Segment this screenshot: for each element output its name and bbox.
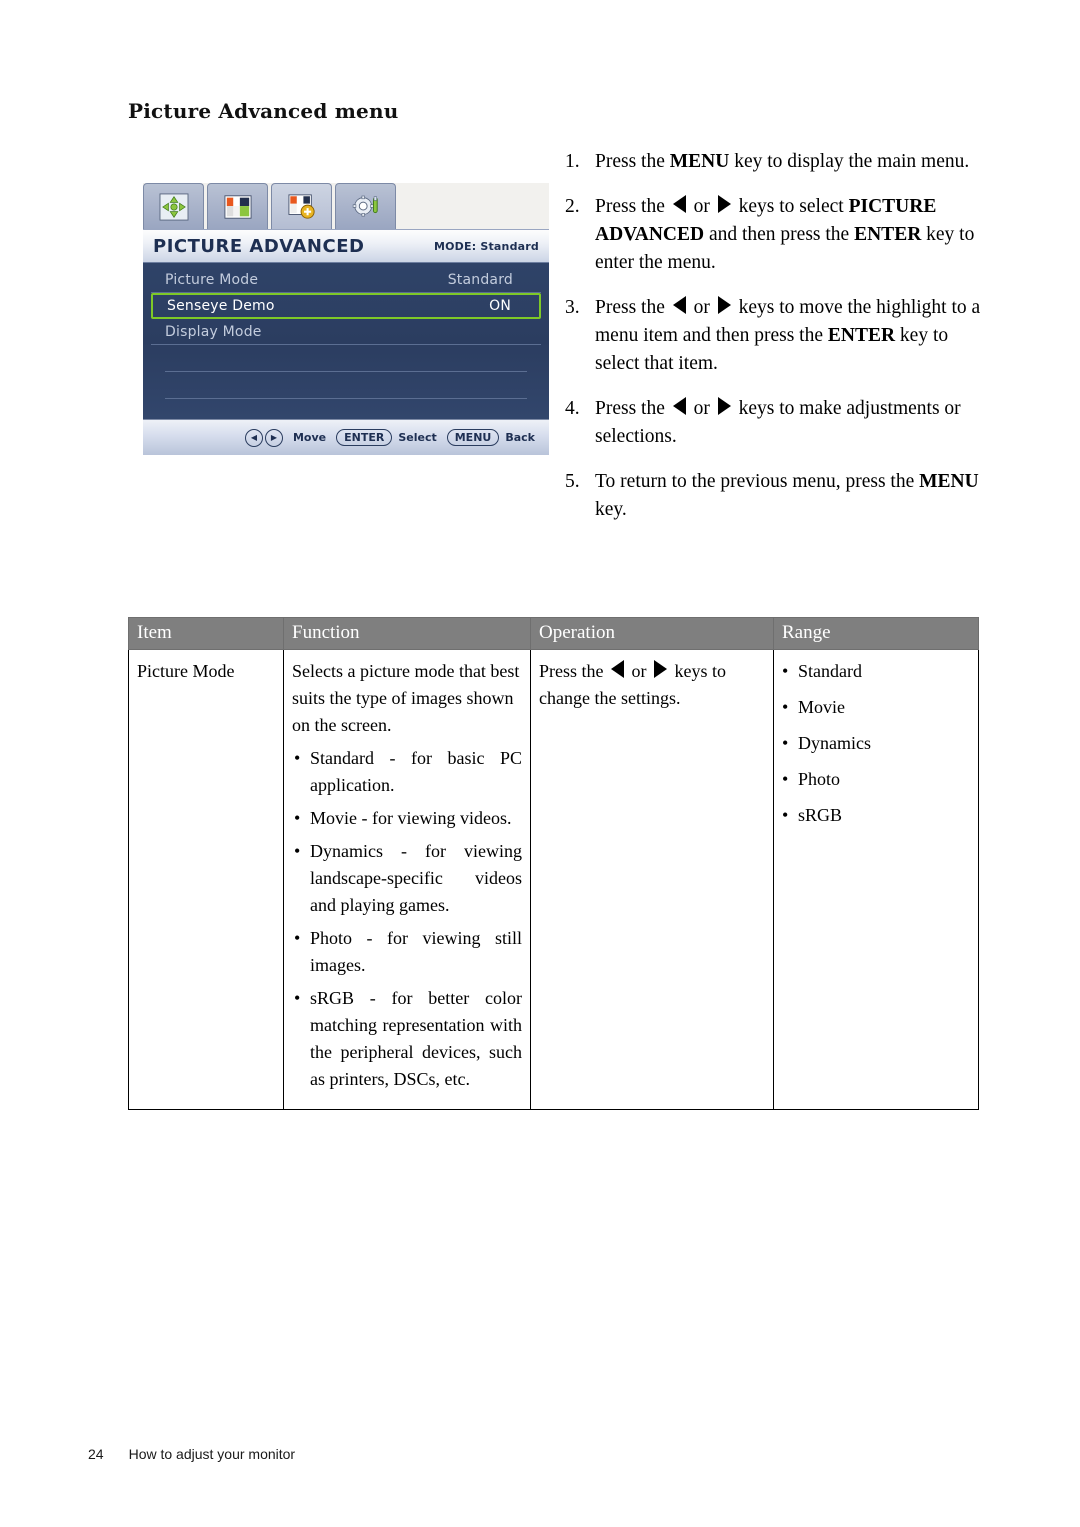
osd-mode-indicator: MODE: Standard — [433, 239, 539, 253]
osd-item-value: ON — [489, 298, 511, 314]
osd-tab-strip — [143, 183, 399, 231]
cell-range: Standard Movie Dynamics Photo sRGB — [773, 649, 979, 1110]
range-item: Standard — [782, 658, 970, 685]
step-number: 2. — [565, 196, 580, 217]
right-arrow-key-icon — [717, 195, 731, 213]
function-bullet: Standard - for basic PC application. — [292, 745, 522, 799]
table-row: Picture Mode Selects a picture mode that… — [128, 649, 979, 1110]
osd-empty-row — [165, 345, 527, 372]
osd-move-label: Move — [292, 431, 327, 444]
instruction-steps: 1. Press the MENU key to display the mai… — [565, 148, 985, 541]
step-text: Press the or keys to select PICTURE ADVA… — [595, 195, 975, 273]
osd-item-picture-mode[interactable]: Picture Mode Standard — [151, 267, 541, 293]
page-number: 24 — [88, 1446, 104, 1462]
osd-enter-key[interactable]: ENTER — [336, 429, 393, 446]
osd-tab-system[interactable] — [335, 183, 396, 229]
right-arrow-key-icon — [717, 296, 731, 314]
operation-text: Press the or keys to change the settings… — [539, 660, 726, 708]
document-page: Picture Advanced menu PICTURE ADVANCED M… — [0, 0, 1080, 1527]
cell-function: Selects a picture mode that best suits t… — [283, 649, 531, 1110]
range-item: Dynamics — [782, 730, 970, 757]
function-intro: Selects a picture mode that best suits t… — [292, 661, 520, 735]
step-1: 1. Press the MENU key to display the mai… — [565, 148, 985, 176]
osd-item-value: Standard — [447, 271, 513, 288]
color-swatch-plus-icon — [287, 193, 315, 219]
step-number: 4. — [565, 398, 580, 419]
osd-screenshot-figure: PICTURE ADVANCED MODE: Standard Picture … — [143, 183, 549, 455]
step-4: 4. Press the or keys to make adjustments… — [565, 395, 985, 451]
function-bullet: Photo - for viewing still images. — [292, 925, 522, 979]
step-number: 5. — [565, 471, 580, 492]
osd-item-senseye-demo[interactable]: Senseye Demo ON — [151, 293, 541, 319]
osd-move-hint: ◀ ▶ — [244, 428, 283, 447]
osd-back-label: Back — [505, 431, 535, 444]
left-arrow-key-icon — [672, 397, 686, 415]
osd-menu-title: PICTURE ADVANCED — [153, 235, 365, 257]
osd-item-label: Senseye Demo — [167, 298, 275, 314]
osd-menu-body: Picture Mode Standard Senseye Demo ON Di… — [143, 263, 549, 419]
step-2: 2. Press the or keys to select PICTURE A… — [565, 193, 985, 277]
osd-item-label: Picture Mode — [165, 271, 259, 288]
step-text: Press the or keys to move the highlight … — [595, 296, 981, 374]
function-bullet: Movie - for viewing videos. — [292, 805, 522, 832]
function-bullet: sRGB - for better color matching represe… — [292, 985, 522, 1093]
left-arrow-key-icon — [611, 660, 624, 678]
step-text: Press the or keys to make adjustments or… — [595, 397, 961, 447]
osd-empty-row — [165, 372, 527, 399]
cell-operation: Press the or keys to change the settings… — [530, 649, 774, 1110]
osd-tab-picture[interactable] — [207, 183, 268, 229]
footer-section-title: How to adjust your monitor — [128, 1446, 296, 1462]
page-footer: 24 How to adjust your monitor — [88, 1446, 295, 1462]
osd-tab-picture-advanced[interactable] — [271, 183, 332, 229]
osd-title-bar: PICTURE ADVANCED MODE: Standard — [143, 229, 549, 263]
column-header-function: Function — [283, 617, 531, 650]
function-bullet-list: Standard - for basic PC application. Mov… — [292, 745, 522, 1093]
osd-item-label: Display Mode — [165, 323, 262, 340]
step-text: To return to the previous menu, press th… — [595, 471, 979, 520]
four-way-arrow-icon — [159, 192, 188, 221]
left-arrow-icon[interactable]: ◀ — [244, 428, 263, 447]
osd-item-display-mode[interactable]: Display Mode — [151, 319, 541, 345]
function-bullet: Dynamics - for viewing landscape-specifi… — [292, 838, 522, 919]
step-5: 5. To return to the previous menu, press… — [565, 468, 985, 524]
table-header-row: Item Function Operation Range — [128, 617, 979, 650]
range-list: Standard Movie Dynamics Photo sRGB — [782, 658, 970, 829]
step-number: 3. — [565, 297, 580, 318]
gear-tool-icon — [352, 195, 378, 216]
column-header-operation: Operation — [530, 617, 774, 650]
page-title: Picture Advanced menu — [128, 99, 399, 123]
column-header-range: Range — [773, 617, 979, 650]
column-header-item: Item — [128, 617, 284, 650]
osd-select-label: Select — [398, 431, 437, 444]
step-number: 1. — [565, 151, 580, 172]
cell-item: Picture Mode — [128, 649, 284, 1110]
range-item: Movie — [782, 694, 970, 721]
left-arrow-key-icon — [672, 195, 686, 213]
settings-table: Item Function Operation Range Picture Mo… — [128, 617, 979, 1110]
color-swatch-icon — [223, 194, 252, 219]
right-arrow-icon[interactable]: ▶ — [264, 428, 283, 447]
osd-footer-bar: ◀ ▶ Move ENTER Select MENU Back — [143, 419, 549, 455]
range-item: sRGB — [782, 802, 970, 829]
step-3: 3. Press the or keys to move the highlig… — [565, 294, 985, 378]
left-arrow-key-icon — [672, 296, 686, 314]
right-arrow-key-icon — [654, 660, 667, 678]
range-item: Photo — [782, 766, 970, 793]
osd-tab-display[interactable] — [143, 183, 204, 229]
right-arrow-key-icon — [717, 397, 731, 415]
osd-menu-key[interactable]: MENU — [446, 429, 500, 446]
step-text: Press the MENU key to display the main m… — [595, 151, 970, 172]
